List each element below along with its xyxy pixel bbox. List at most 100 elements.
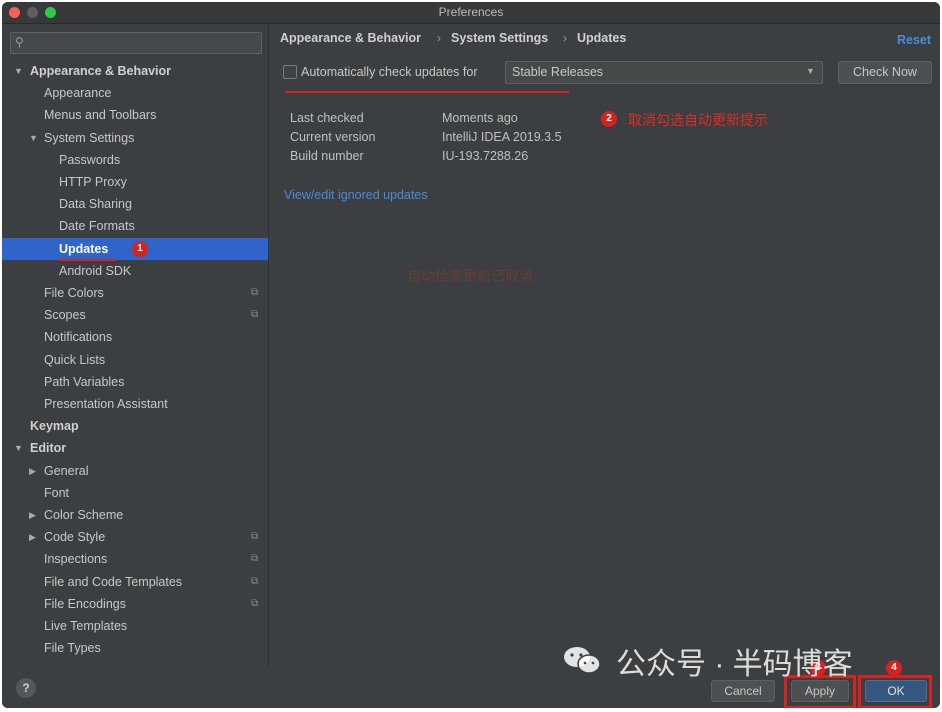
sidebar-item-notifications[interactable]: Notifications [2,326,268,348]
sidebar-item-file-encodings[interactable]: File Encodings ⧉ [2,593,268,615]
sidebar-item-date-formats[interactable]: Date Formats [2,215,268,237]
annotation-faint-note: 自动检查更新已取消 [407,268,533,284]
last-checked-value: Moments ago [442,111,518,125]
search-icon: ⚲ [15,35,24,49]
sidebar-item-font[interactable]: Font [2,482,268,504]
sidebar-item-label: System Settings [44,131,135,145]
sidebar-item-passwords[interactable]: Passwords [2,149,268,171]
sidebar-item-path-variables[interactable]: Path Variables [2,371,268,393]
expand-arrow-icon[interactable]: ▼ [14,60,23,82]
sidebar-item-label: Color Scheme [44,508,124,522]
auto-check-updates-label[interactable]: Automatically check updates for [301,65,477,79]
project-config-icon: ⧉ [251,598,259,609]
sidebar-item-label: Data Sharing [59,197,132,211]
view-ignored-updates-link[interactable]: View/edit ignored updates [284,188,428,202]
annotation-badge-4: 4 [886,660,902,676]
sidebar-item-updates[interactable]: Updates 1 [2,238,268,261]
annotation-badge-2: 2 [601,111,617,127]
sidebar-item-android-sdk[interactable]: Android SDK [2,260,268,282]
sidebar-item-label: Live Templates [44,619,128,633]
reset-link[interactable]: Reset [897,33,931,47]
collapse-arrow-icon[interactable]: ▶ [29,504,36,526]
sidebar-item-label: Appearance [44,86,112,100]
current-version-label: Current version [290,130,376,144]
breadcrumb-appearance-behavior[interactable]: Appearance & Behavior [280,31,421,45]
project-config-icon: ⧉ [251,287,259,298]
sidebar-item-label: Menus and Toolbars [44,108,157,122]
sidebar-item-file-types[interactable]: File Types [2,637,268,659]
sidebar-item-label: File Types [44,641,101,655]
collapse-arrow-icon[interactable]: ▶ [29,460,36,482]
update-channel-value: Stable Releases [512,65,604,79]
annotation-badge-1: 1 [132,241,148,257]
sidebar-item-label: File Encodings [44,597,126,611]
expand-arrow-icon[interactable]: ▼ [29,127,38,149]
sidebar-item-appearance-behavior[interactable]: ▼ Appearance & Behavior [2,60,268,82]
sidebar-item-color-scheme[interactable]: ▶ Color Scheme [2,504,268,526]
sidebar-footer: ? [2,668,268,708]
sidebar-item-system-settings[interactable]: ▼ System Settings [2,127,268,149]
check-now-button[interactable]: Check Now [838,61,932,84]
sidebar-item-keymap[interactable]: Keymap [2,415,268,437]
sidebar-item-live-templates[interactable]: Live Templates [2,615,268,637]
sidebar-item-label: Quick Lists [44,353,106,367]
sidebar-item-appearance[interactable]: Appearance [2,82,268,104]
breadcrumb-system-settings[interactable]: System Settings [451,31,548,45]
sidebar-item-file-colors[interactable]: File Colors ⧉ [2,282,268,304]
help-button[interactable]: ? [16,678,36,698]
sidebar-item-label: File Colors [44,286,104,300]
breadcrumb-separator-icon: › [563,31,567,45]
sidebar-item-label: Editor [30,441,67,455]
project-config-icon: ⧉ [251,531,259,542]
sidebar-item-file-and-code-templates[interactable]: File and Code Templates ⧉ [2,571,268,593]
wechat-logo-icon [564,647,601,674]
project-config-icon: ⧉ [251,553,259,564]
collapse-arrow-icon[interactable]: ▶ [29,526,36,548]
sidebar-item-scopes[interactable]: Scopes ⧉ [2,304,268,326]
sidebar-item-label: Keymap [30,419,79,433]
breadcrumb-separator-icon: › [437,31,441,45]
build-number-value: IU-193.7288.26 [442,149,529,163]
sidebar-item-label: Code Style [44,530,106,544]
preferences-window: Preferences ⚲ ▼ Appearance & Behavior Appe… [2,2,940,708]
project-config-icon: ⧉ [251,309,259,320]
annotation-underline [285,91,569,93]
sidebar-item-label: Android SDK [59,264,132,278]
sidebar-item-label: Appearance & Behavior [30,64,172,78]
sidebar-item-label: Notifications [44,330,113,344]
settings-sidebar: ⚲ ▼ Appearance & Behavior Appearance Menus … [2,24,268,668]
sidebar-item-menus-and-toolbars[interactable]: Menus and Toolbars [2,104,268,126]
project-config-icon: ⧉ [251,576,259,587]
watermark-text: 公众号 · 半码博客 [616,648,853,681]
sidebar-item-http-proxy[interactable]: HTTP Proxy [2,171,268,193]
sidebar-item-data-sharing[interactable]: Data Sharing [2,193,268,215]
sidebar-item-code-style[interactable]: ▶ Code Style ⧉ [2,526,268,548]
auto-check-updates-checkbox[interactable] [283,65,297,79]
sidebar-item-label: Inspections [44,552,108,566]
sidebar-item-presentation-assistant[interactable]: Presentation Assistant [2,393,268,415]
last-checked-label: Last checked [290,111,364,125]
annotation-note-2: 取消勾选自动更新提示 [628,112,768,128]
sidebar-item-label: General [44,464,89,478]
title-bar: Preferences [2,2,940,24]
sidebar-item-inspections[interactable]: Inspections ⧉ [2,548,268,570]
sidebar-item-label: Updates [59,242,109,256]
expand-arrow-icon[interactable]: ▼ [14,437,23,459]
breadcrumb-updates: Updates [577,31,627,45]
cancel-button[interactable]: Cancel [711,680,775,702]
sidebar-item-quick-lists[interactable]: Quick Lists [2,349,268,371]
annotation-box-ok [858,675,932,708]
sidebar-item-label: HTTP Proxy [59,175,127,189]
sidebar-item-label: File and Code Templates [44,575,183,589]
sidebar-item-label: Passwords [59,153,121,167]
sidebar-item-general[interactable]: ▶ General [2,460,268,482]
sidebar-item-editor[interactable]: ▼ Editor [2,437,268,459]
settings-search-input[interactable]: ⚲ [10,32,262,54]
sidebar-item-label: Presentation Assistant [44,397,168,411]
sidebar-item-label: Scopes [44,308,86,322]
sidebar-item-label: Path Variables [44,375,125,389]
update-channel-select[interactable]: Stable Releases ▼ [505,61,823,84]
updates-panel: Appearance & Behavior › System Settings … [269,24,940,668]
chevron-down-icon: ▼ [806,66,815,76]
build-number-label: Build number [290,149,364,163]
